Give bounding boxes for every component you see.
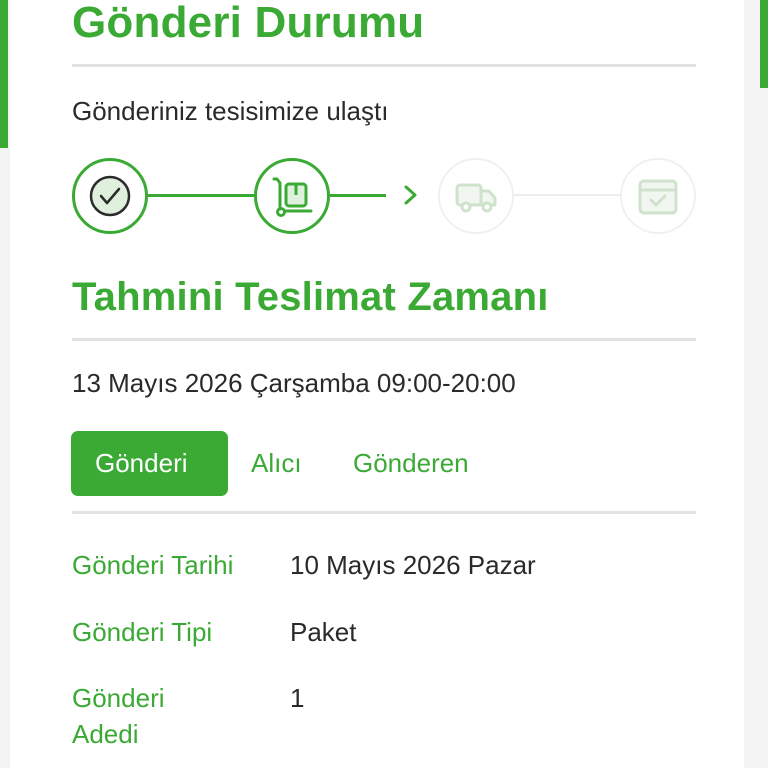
progress-line-1 (148, 194, 256, 197)
title-divider (72, 64, 696, 67)
step-at-facility (254, 158, 330, 234)
shipment-type-label: Gönderi Tipi (72, 617, 213, 647)
shipment-count-value: 1 (290, 683, 305, 713)
shipment-count-label-line2: Adedi (72, 719, 139, 749)
shipment-count-label-line1: Gönderi (72, 683, 165, 713)
right-edge-accent (760, 0, 768, 88)
status-text: Gönderiniz tesisimize ulaştı (72, 96, 389, 126)
delivered-box-icon (633, 171, 683, 221)
hand-truck-package-icon (267, 171, 317, 221)
estimate-divider (72, 338, 696, 341)
left-edge-accent (0, 0, 8, 148)
estimated-delivery-title: Tahmini Teslimat Zamanı (72, 275, 549, 319)
step-in-transit (438, 158, 514, 234)
estimated-delivery-value: 13 Mayıs 2026 Çarşamba 09:00-20:00 (72, 368, 516, 398)
tabs-divider (72, 511, 696, 514)
shipment-type-value: Paket (290, 617, 357, 647)
chevron-right-icon (402, 178, 422, 217)
progress-line-3 (514, 194, 626, 196)
tab-gonderi[interactable]: Gönderi (71, 431, 228, 496)
progress-line-2 (330, 194, 386, 197)
step-delivered (620, 158, 696, 234)
check-circle-icon (88, 174, 132, 218)
delivery-truck-icon (451, 171, 501, 221)
shipment-progress-stepper (10, 150, 744, 242)
tab-gonderen[interactable]: Gönderen (353, 431, 469, 496)
shipment-date-value: 10 Mayıs 2026 Pazar (290, 550, 536, 580)
tab-alici[interactable]: Alıcı (251, 431, 302, 496)
page-title: Gönderi Durumu (72, 0, 425, 47)
shipment-card: Gönderi Durumu Gönderiniz tesisimize ula… (10, 0, 744, 768)
shipment-date-label: Gönderi Tarihi (72, 550, 234, 580)
step-received (72, 158, 148, 234)
